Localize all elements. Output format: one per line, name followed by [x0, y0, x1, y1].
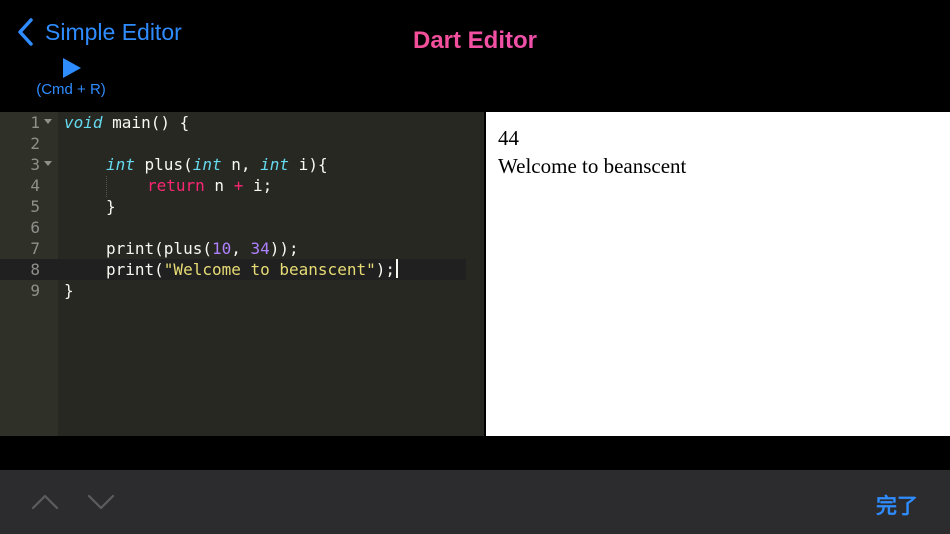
- code-line-8-active[interactable]: 8 print("Welcome to beanscent");: [0, 259, 466, 280]
- line-number: 6: [30, 218, 40, 237]
- keyboard-toolbar: 完了: [0, 470, 950, 534]
- output-line: Welcome to beanscent: [498, 154, 687, 178]
- code-text: return n + i;: [147, 176, 273, 195]
- navigation-bar: Simple Editor Dart Editor (Cmd + R): [0, 0, 950, 112]
- code-line-1[interactable]: 1 void main() {: [0, 112, 466, 133]
- previous-field-button[interactable]: [31, 493, 59, 511]
- output-panel: 44 Welcome to beanscent: [486, 112, 950, 436]
- code-line-7[interactable]: 7 print(plus(10, 34));: [0, 238, 466, 259]
- line-number: 7: [30, 239, 40, 258]
- done-button[interactable]: 完了: [876, 490, 918, 520]
- play-icon: [63, 58, 81, 78]
- line-number: 5: [30, 197, 40, 216]
- chevron-up-icon: [31, 494, 59, 510]
- page-title: Dart Editor: [412, 27, 537, 54]
- run-shortcut-hint: (Cmd + R): [36, 81, 106, 98]
- fold-arrow-icon[interactable]: [44, 119, 52, 124]
- line-number: 3: [30, 155, 40, 174]
- code-line-4[interactable]: 4 return n + i;: [0, 175, 466, 196]
- line-number: 1: [30, 113, 40, 132]
- code-line-2[interactable]: 2: [0, 133, 466, 154]
- code-line-5[interactable]: 5 }: [0, 196, 466, 217]
- code-text: int plus(int n, int i){: [106, 155, 328, 174]
- code-text: void main() {: [64, 113, 190, 132]
- line-number: 8: [30, 260, 40, 279]
- line-number: 2: [30, 134, 40, 153]
- chevron-down-icon: [87, 494, 115, 510]
- code-editor[interactable]: 1 void main() { 2 3 int plus(int n, int …: [0, 112, 484, 436]
- code-line-9[interactable]: 9 }: [0, 280, 466, 301]
- divider-area: [0, 436, 950, 470]
- output-line: 44: [498, 126, 519, 150]
- line-number: 9: [30, 281, 40, 300]
- code-text: }: [64, 281, 74, 300]
- fold-arrow-icon[interactable]: [44, 161, 52, 166]
- next-field-button[interactable]: [87, 493, 115, 511]
- code-text: }: [106, 197, 116, 216]
- code-line-6[interactable]: 6: [0, 217, 466, 238]
- code-line-3[interactable]: 3 int plus(int n, int i){: [0, 154, 466, 175]
- code-text: print("Welcome to beanscent");: [106, 259, 398, 280]
- code-text: print(plus(10, 34));: [106, 239, 299, 258]
- text-cursor: [395, 259, 398, 278]
- line-number: 4: [30, 176, 40, 195]
- run-button[interactable]: (Cmd + R): [28, 57, 114, 98]
